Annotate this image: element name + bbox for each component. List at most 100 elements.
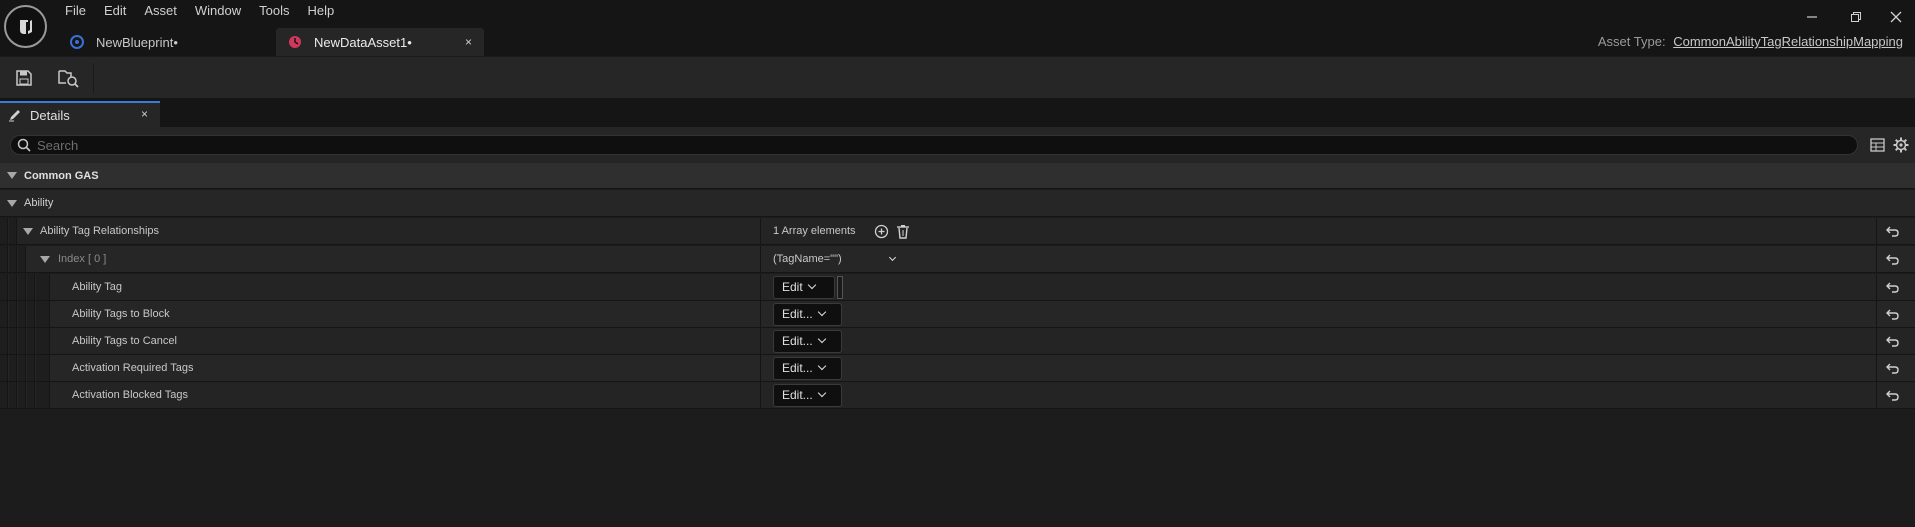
indent-guide [9,301,17,327]
reset-to-default-icon[interactable] [1885,361,1899,375]
indent-guide [36,355,50,381]
reset-to-default-icon[interactable] [1885,388,1899,402]
column-splitter[interactable] [760,382,761,408]
indent-guide [27,301,35,327]
reset-to-default-icon[interactable] [1885,334,1899,348]
reset-column-divider [1876,218,1877,244]
blueprint-icon [70,35,84,49]
minimize-icon[interactable] [1794,4,1830,30]
indent-guide [27,355,35,381]
chevron-down-icon[interactable] [888,253,896,261]
add-element-icon[interactable] [874,224,889,239]
panel-tab-bar: Details × [0,98,1915,127]
menu-help[interactable]: Help [298,0,343,22]
indent-guide [36,274,50,300]
indent-guide [0,246,8,272]
menu-window[interactable]: Window [186,0,250,22]
unreal-logo-icon[interactable] [4,5,47,48]
edit-button-label: Edit [782,280,803,294]
asset-type-link[interactable]: CommonAbilityTagRelationshipMapping [1673,34,1903,49]
activation-blocked-tags-row: Activation Blocked Tags Edit... [0,382,1915,409]
column-splitter[interactable] [760,301,761,327]
document-tabs: NewBlueprint• NewDataAsset1• × [58,28,484,56]
collapse-triangle-icon[interactable] [7,172,17,179]
property-label: Ability Tag [72,281,122,293]
reset-to-default-icon[interactable] [1885,224,1899,238]
search-input[interactable] [37,137,1837,153]
close-tab-icon[interactable]: × [465,35,472,49]
restore-icon[interactable] [1838,4,1874,30]
indent-guide [36,328,50,354]
indent-guide [9,218,17,244]
tab-newblueprint[interactable]: NewBlueprint• [58,28,270,56]
title-bar: File Edit Asset Window Tools Help NewBlu… [0,0,1915,56]
array-value: 1 Array elements [773,218,910,244]
property-value: Edit... [773,355,842,381]
details-search-row [0,127,1915,163]
edit-tags-button[interactable]: Edit... [773,302,842,326]
browse-to-asset-icon[interactable] [55,66,81,90]
indent-guide [18,382,26,408]
tab-newdataasset1[interactable]: NewDataAsset1• × [276,28,484,56]
details-property-list: Common GAS Ability Ability Tag Relations… [0,163,1915,527]
category-label: Common GAS [24,169,99,182]
reset-column-divider [1876,355,1877,381]
edit-button-label: Edit... [782,307,813,321]
tab-details[interactable]: Details × [0,101,160,127]
save-icon[interactable] [11,66,37,90]
category-common-gas[interactable]: Common GAS [0,163,1915,189]
property-value: Edit [773,274,843,300]
menu-file[interactable]: File [56,0,95,22]
menu-asset[interactable]: Asset [135,0,186,22]
expand-triangle-icon[interactable] [23,228,33,235]
category-label: Ability [24,197,54,209]
indent-guide [9,355,17,381]
menu-edit[interactable]: Edit [95,0,135,22]
column-splitter[interactable] [760,355,761,381]
data-asset-icon [288,35,302,49]
index-value[interactable]: (TagName="") [773,246,896,272]
indent-guide [27,274,35,300]
edit-tags-button[interactable]: Edit... [773,383,842,407]
resize-handle[interactable] [837,275,843,299]
indent-guide [0,355,8,381]
settings-gear-icon[interactable] [1893,137,1909,153]
column-splitter[interactable] [760,218,761,244]
reset-to-default-icon[interactable] [1885,252,1899,266]
edit-tag-button[interactable]: Edit [773,275,835,299]
indent-guide [0,218,8,244]
column-splitter[interactable] [760,246,761,272]
chevron-down-icon [817,388,826,398]
chevron-down-icon [807,280,816,290]
reset-to-default-icon[interactable] [1885,307,1899,321]
menu-tools[interactable]: Tools [250,0,298,22]
expand-triangle-icon[interactable] [40,256,50,263]
edit-tags-button[interactable]: Edit... [773,356,842,380]
reset-to-default-icon[interactable] [1885,280,1899,294]
indent-guide [27,328,35,354]
close-window-icon[interactable] [1878,4,1914,30]
details-pencil-icon [8,108,22,122]
property-label: Ability Tags to Cancel [72,335,177,347]
search-box [10,135,1858,155]
activation-required-tags-row: Activation Required Tags Edit... [0,355,1915,382]
property-label: Activation Required Tags [72,362,194,374]
ability-tags-to-cancel-row: Ability Tags to Cancel Edit... [0,328,1915,355]
reset-column-divider [1876,246,1877,272]
index-0-row: Index [ 0 ] (TagName="") [0,246,1915,273]
indent-guide [0,301,8,327]
column-splitter[interactable] [760,328,761,354]
ability-tags-to-block-row: Ability Tags to Block Edit... [0,301,1915,328]
category-ability[interactable]: Ability [0,190,1915,217]
edit-tags-button[interactable]: Edit... [773,329,842,353]
property-label: Ability Tag Relationships [40,225,160,237]
delete-trash-icon[interactable] [896,224,910,239]
close-details-icon[interactable]: × [141,107,148,121]
property-matrix-icon[interactable] [1869,137,1885,153]
reset-column-divider [1876,328,1877,354]
column-splitter[interactable] [760,274,761,300]
indent-guide [9,274,17,300]
asset-type-info: Asset Type: CommonAbilityTagRelationship… [1598,34,1903,49]
property-value: Edit... [773,328,842,354]
collapse-triangle-icon[interactable] [7,199,17,207]
